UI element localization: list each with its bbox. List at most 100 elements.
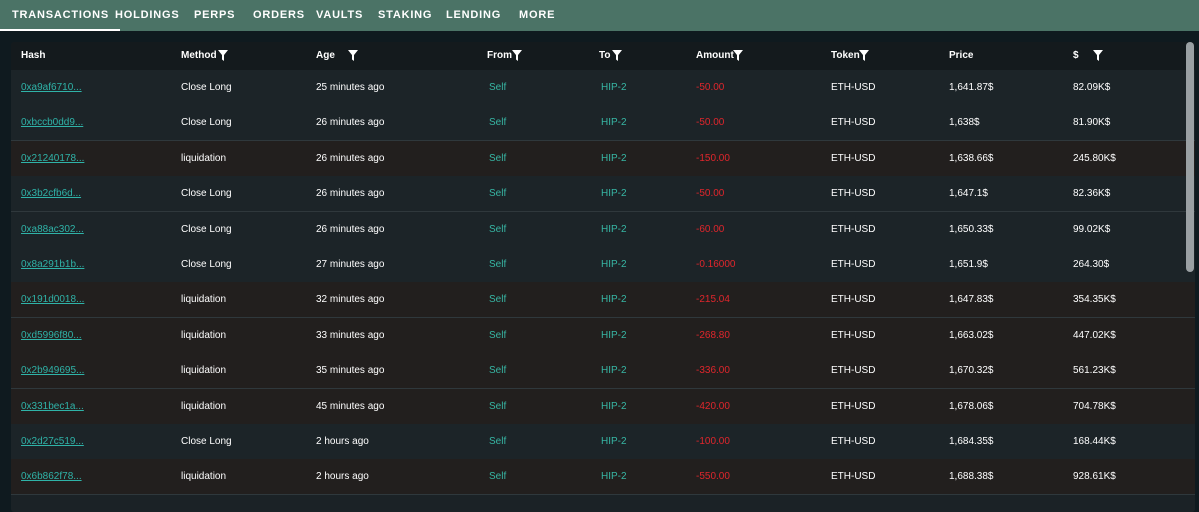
price-cell: 1,638.66$ — [949, 152, 994, 164]
filter-icon[interactable] — [348, 50, 358, 61]
transactions-table: Hash Method Age From To Amount Token Pri… — [11, 42, 1195, 512]
hash-link[interactable]: 0x8a291b1b... — [21, 247, 84, 282]
table-row: 0xa9af6710... Close Long 25 minutes ago Sel… — [11, 70, 1195, 106]
from-cell[interactable]: Self — [489, 141, 506, 176]
amount-cell: -150.00 — [696, 152, 730, 164]
filter-icon[interactable] — [733, 50, 743, 61]
tab-transactions[interactable]: TRANSACTIONS — [0, 0, 120, 31]
table-row: 0xa88ac302... Close Long 26 minutes ago Sel… — [11, 211, 1195, 248]
column-header-price: Price — [949, 50, 974, 61]
column-header-from[interactable]: From — [487, 42, 512, 70]
price-cell: 1,684.35$ — [949, 436, 994, 447]
hash-link[interactable]: 0xa88ac302... — [21, 212, 84, 247]
from-cell[interactable]: Self — [489, 318, 506, 353]
filter-icon[interactable] — [859, 50, 869, 61]
from-cell[interactable]: Self — [489, 424, 506, 459]
table-row: 0x191d0018... liquidation 32 minutes ago Se… — [11, 282, 1195, 319]
to-cell[interactable]: HIP-2 — [601, 247, 627, 282]
amount-cell: -215.04 — [696, 294, 730, 306]
amount-cell: -336.00 — [696, 365, 730, 377]
age-cell: 27 minutes ago — [316, 259, 385, 270]
column-header-amount[interactable]: Amount — [696, 42, 734, 70]
usd-cell: 447.02K$ — [1073, 329, 1116, 341]
tab-orders[interactable]: ORDERS — [253, 0, 305, 31]
usd-cell: 81.90K$ — [1073, 117, 1111, 129]
to-cell[interactable]: HIP-2 — [601, 353, 627, 388]
from-cell[interactable]: Self — [489, 282, 506, 317]
from-cell[interactable]: Self — [489, 212, 506, 247]
usd-cell: 82.36K$ — [1073, 188, 1111, 200]
to-cell[interactable]: HIP-2 — [601, 459, 627, 494]
age-cell: 33 minutes ago — [316, 329, 385, 341]
to-cell[interactable]: HIP-2 — [601, 389, 627, 424]
filter-icon[interactable] — [218, 50, 228, 61]
table-row: 0x21240178... liquidation 26 minutes ago Se… — [11, 140, 1195, 177]
vertical-scrollbar[interactable] — [1186, 42, 1194, 272]
to-cell[interactable]: HIP-2 — [601, 70, 627, 105]
hash-link[interactable]: 0x21240178... — [21, 141, 84, 176]
from-cell[interactable]: Self — [489, 459, 506, 494]
table-row: 0x3b2cfb6d... Close Long 26 minutes ago Sel… — [11, 176, 1195, 213]
hash-link[interactable]: 0x191d0018... — [21, 282, 84, 317]
from-cell[interactable]: Self — [489, 389, 506, 424]
token-cell: ETH-USD — [831, 471, 876, 483]
usd-cell: 354.35K$ — [1073, 294, 1116, 306]
hash-link[interactable]: 0x6b862f78... — [21, 459, 82, 494]
hash-link[interactable]: 0xbccb0dd9... — [21, 105, 83, 140]
to-cell[interactable]: HIP-2 — [601, 176, 627, 211]
token-cell: ETH-USD — [831, 82, 876, 93]
hash-link[interactable]: 0x2d27c519... — [21, 424, 84, 459]
column-header-token[interactable]: Token — [831, 42, 860, 70]
token-cell: ETH-USD — [831, 259, 876, 270]
tab-perps[interactable]: PERPS — [194, 0, 235, 31]
to-cell[interactable]: HIP-2 — [601, 212, 627, 247]
column-header-age[interactable]: Age — [316, 42, 335, 70]
column-header-usd[interactable]: $ — [1073, 42, 1079, 70]
tab-lending[interactable]: LENDING — [446, 0, 501, 31]
filter-icon[interactable] — [612, 50, 622, 61]
price-cell: 1,650.33$ — [949, 223, 994, 235]
method-cell: Close Long — [181, 223, 232, 235]
hash-link[interactable]: 0x331bec1a... — [21, 389, 84, 424]
price-cell: 1,647.1$ — [949, 188, 988, 200]
price-cell: 1,647.83$ — [949, 294, 994, 306]
method-cell: liquidation — [181, 400, 227, 412]
from-cell[interactable]: Self — [489, 105, 506, 140]
age-cell: 2 hours ago — [316, 436, 369, 447]
hash-link[interactable]: 0x2b949695... — [21, 353, 84, 388]
filter-icon[interactable] — [512, 50, 522, 61]
token-cell: ETH-USD — [831, 294, 876, 306]
method-cell: Close Long — [181, 82, 232, 93]
to-cell[interactable]: HIP-2 — [601, 424, 627, 459]
method-cell: liquidation — [181, 294, 227, 306]
hash-link[interactable]: 0xd5996f80... — [21, 318, 82, 353]
from-cell[interactable]: Self — [489, 70, 506, 105]
hash-link[interactable]: 0xa9af6710... — [21, 70, 82, 105]
to-cell[interactable]: HIP-2 — [601, 318, 627, 353]
token-cell: ETH-USD — [831, 329, 876, 341]
method-cell: Close Long — [181, 259, 232, 270]
method-cell: Close Long — [181, 188, 232, 200]
method-cell: liquidation — [181, 329, 227, 341]
amount-cell: -50.00 — [696, 82, 725, 93]
age-cell: 26 minutes ago — [316, 117, 385, 129]
table-row: 0xbccb0dd9... Close Long 26 minutes ago Sel… — [11, 105, 1195, 142]
hash-link[interactable]: 0x3b2cfb6d... — [21, 176, 81, 211]
from-cell[interactable]: Self — [489, 176, 506, 211]
to-cell[interactable]: HIP-2 — [601, 105, 627, 140]
to-cell[interactable]: HIP-2 — [601, 282, 627, 317]
column-header-method[interactable]: Method — [181, 42, 217, 70]
tab-staking[interactable]: STAKING — [378, 0, 432, 31]
from-cell[interactable]: Self — [489, 353, 506, 388]
table-header: Hash Method Age From To Amount Token Pri… — [11, 42, 1195, 71]
tab-holdings[interactable]: HOLDINGS — [115, 0, 179, 31]
to-cell[interactable]: HIP-2 — [601, 141, 627, 176]
amount-cell: -50.00 — [696, 117, 725, 129]
filter-icon[interactable] — [1093, 50, 1103, 61]
tab-vaults[interactable]: VAULTS — [316, 0, 363, 31]
from-cell[interactable]: Self — [489, 247, 506, 282]
table-row: 0x8a291b1b... Close Long 27 minutes ago Sel… — [11, 247, 1195, 283]
method-cell: liquidation — [181, 365, 227, 377]
column-header-to[interactable]: To — [599, 42, 610, 70]
tab-more[interactable]: MORE — [519, 0, 555, 31]
